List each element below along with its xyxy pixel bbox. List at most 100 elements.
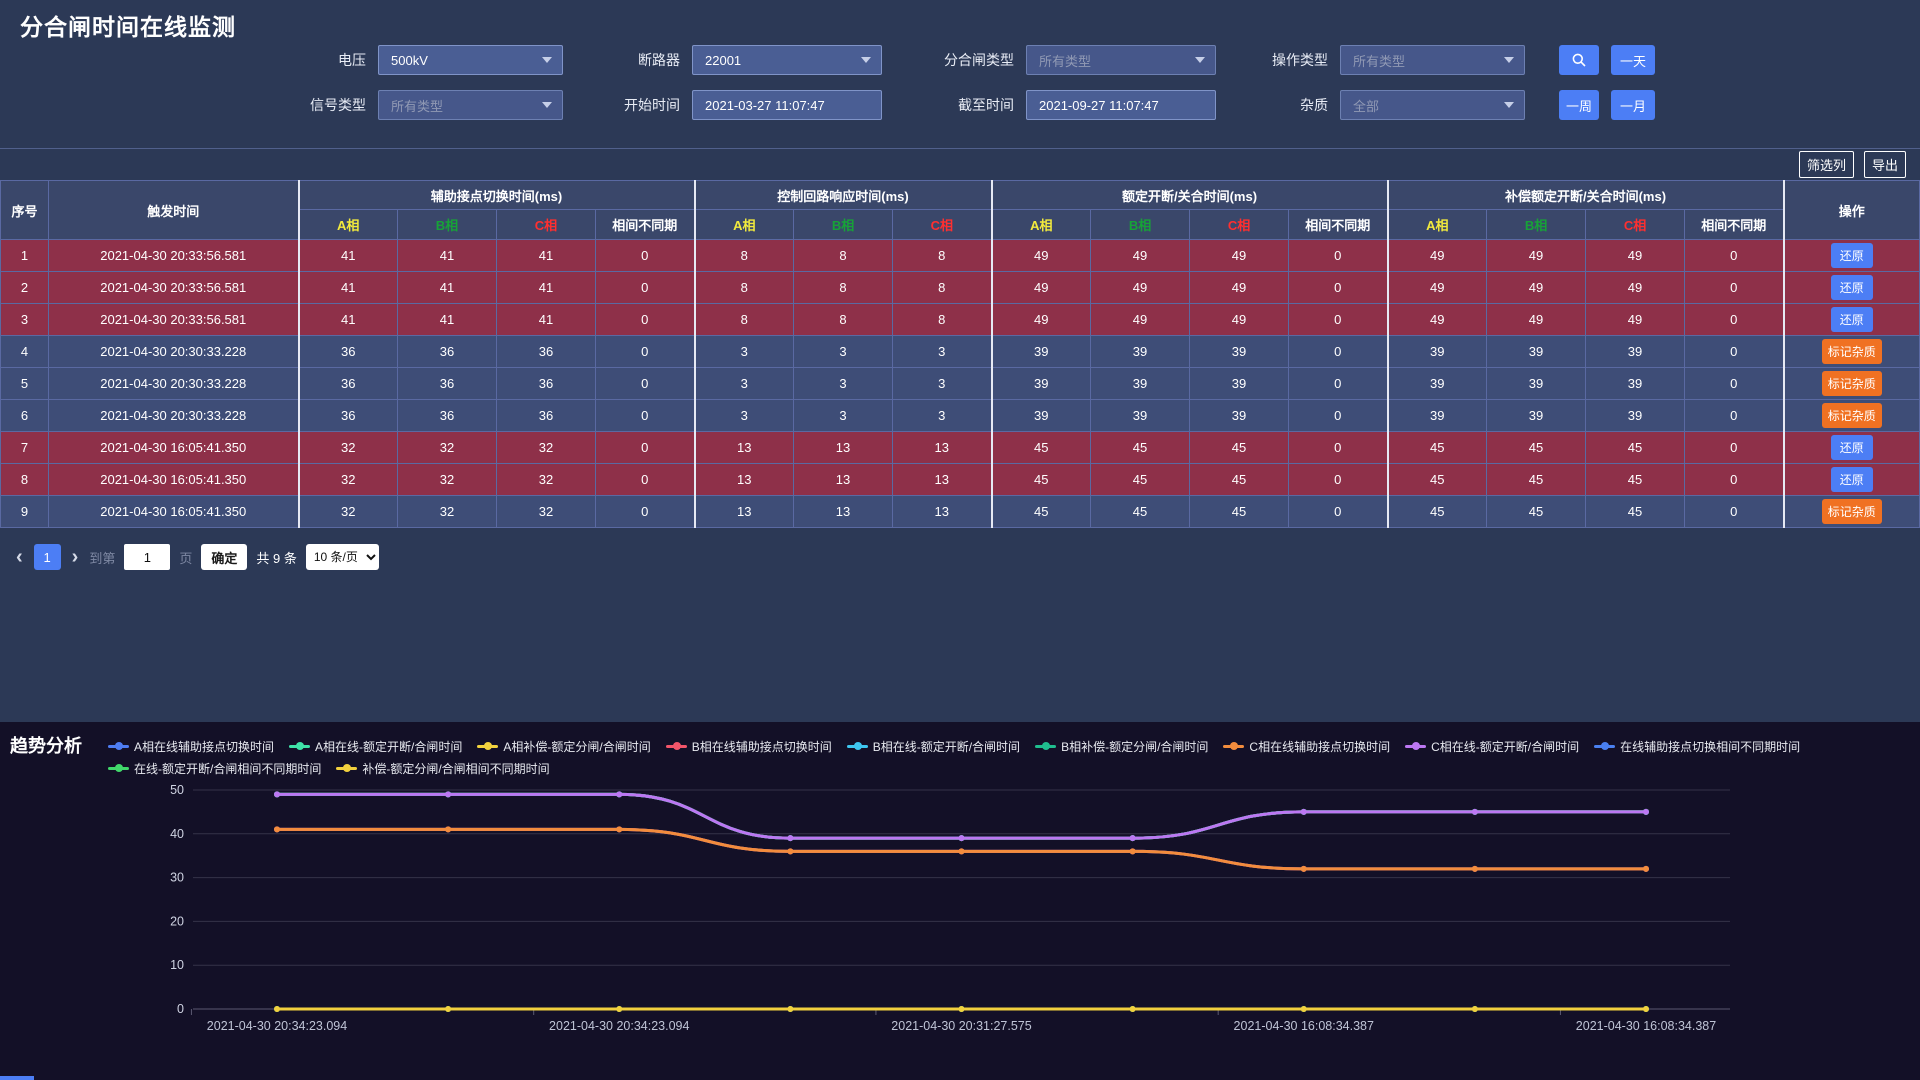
op-type-select[interactable]: 所有类型: [1340, 45, 1525, 75]
cell-action: 标记杂质: [1784, 336, 1920, 368]
cell-value: 8: [794, 304, 893, 336]
svg-text:2021-04-30 16:08:34.387: 2021-04-30 16:08:34.387: [1576, 1019, 1716, 1033]
cell-value: 0: [1289, 496, 1388, 528]
legend-marker-icon: [108, 745, 129, 748]
col-seq: 序号: [1, 181, 49, 240]
svg-text:2021-04-30 16:08:34.387: 2021-04-30 16:08:34.387: [1234, 1019, 1374, 1033]
restore-button[interactable]: 还原: [1831, 467, 1873, 492]
cell-trigger-time: 2021-04-30 20:33:56.581: [49, 304, 299, 336]
cell-value: 39: [1190, 400, 1289, 432]
cell-value: 41: [398, 272, 497, 304]
horizontal-scrollbar-thumb[interactable]: [0, 1076, 34, 1080]
breaker-select[interactable]: 22001: [692, 45, 882, 75]
search-button[interactable]: [1559, 45, 1599, 75]
restore-button[interactable]: 还原: [1831, 307, 1873, 332]
cell-value: 0: [596, 336, 695, 368]
cell-value: 39: [1586, 336, 1685, 368]
start-time-input[interactable]: 2021-03-27 11:07:47: [692, 90, 882, 120]
cell-action: 还原: [1784, 464, 1920, 496]
cell-value: 41: [497, 304, 596, 336]
cell-value: 0: [1289, 304, 1388, 336]
mark-impurity-button[interactable]: 标记杂质: [1822, 371, 1882, 396]
confirm-button[interactable]: 确定: [201, 544, 247, 570]
cell-value: 39: [1091, 336, 1190, 368]
one-week-button[interactable]: 一周: [1559, 90, 1599, 120]
op-class-select[interactable]: 所有类型: [1026, 45, 1216, 75]
cell-value: 0: [596, 240, 695, 272]
mark-impurity-button[interactable]: 标记杂质: [1822, 339, 1882, 364]
cell-action: 还原: [1784, 272, 1920, 304]
col-phase: A相: [695, 210, 794, 240]
cell-value: 39: [1586, 368, 1685, 400]
cell-value: 0: [1289, 400, 1388, 432]
cell-value: 45: [1091, 496, 1190, 528]
one-day-button[interactable]: 一天: [1611, 45, 1655, 75]
cell-value: 45: [1190, 432, 1289, 464]
page-title: 分合闸时间在线监测: [20, 8, 236, 42]
col-action: 操作: [1784, 181, 1920, 240]
col-trigger-time: 触发时间: [49, 181, 299, 240]
cell-value: 13: [893, 496, 992, 528]
prev-page-button[interactable]: ‹: [14, 547, 25, 567]
signal-label: 信号类型: [270, 95, 366, 115]
cell-value: 39: [992, 400, 1091, 432]
cell-value: 45: [992, 432, 1091, 464]
cell-value: 45: [1388, 464, 1487, 496]
cell-value: 39: [1091, 368, 1190, 400]
cell-value: 45: [1190, 496, 1289, 528]
table-row: 22021-04-30 20:33:56.5814141410888494949…: [1, 272, 1920, 304]
signal-select[interactable]: 所有类型: [378, 90, 563, 120]
impurity-select[interactable]: 全部: [1340, 90, 1525, 120]
col-phase: B相: [398, 210, 497, 240]
cell-value: 0: [1685, 240, 1784, 272]
mark-impurity-button[interactable]: 标记杂质: [1822, 499, 1882, 524]
cell-trigger-time: 2021-04-30 16:05:41.350: [49, 496, 299, 528]
cell-value: 49: [1487, 304, 1586, 336]
legend-marker-icon: [477, 745, 498, 748]
cell-value: 39: [992, 336, 1091, 368]
end-time-input[interactable]: 2021-09-27 11:07:47: [1026, 90, 1216, 120]
cell-value: 3: [794, 368, 893, 400]
restore-button[interactable]: 还原: [1831, 275, 1873, 300]
voltage-select[interactable]: 500kV: [378, 45, 563, 75]
filter-columns-button[interactable]: 筛选列: [1799, 151, 1854, 178]
breaker-label: 断路器: [575, 50, 680, 70]
goto-page-input[interactable]: [124, 544, 170, 570]
search-icon: [1571, 52, 1587, 68]
cell-value: 0: [1685, 432, 1784, 464]
cell-value: 49: [1190, 240, 1289, 272]
cell-trigger-time: 2021-04-30 20:30:33.228: [49, 336, 299, 368]
page-size-select[interactable]: 10 条/页: [306, 544, 379, 570]
one-month-button[interactable]: 一月: [1611, 90, 1655, 120]
cell-value: 39: [1091, 400, 1190, 432]
legend-marker-icon: [1405, 745, 1426, 748]
restore-button[interactable]: 还原: [1831, 435, 1873, 460]
cell-action: 还原: [1784, 240, 1920, 272]
cell-value: 13: [794, 496, 893, 528]
cell-value: 49: [1586, 304, 1685, 336]
total-count-label: 共 9 条: [256, 548, 296, 567]
cell-value: 32: [497, 432, 596, 464]
cell-seq: 6: [1, 400, 49, 432]
svg-text:2021-04-30 20:31:27.575: 2021-04-30 20:31:27.575: [891, 1019, 1031, 1033]
next-page-button[interactable]: ›: [70, 547, 81, 567]
restore-button[interactable]: 还原: [1831, 243, 1873, 268]
cell-value: 0: [1685, 336, 1784, 368]
cell-seq: 1: [1, 240, 49, 272]
cell-value: 49: [1388, 240, 1487, 272]
cell-value: 0: [596, 272, 695, 304]
cell-value: 36: [299, 400, 398, 432]
cell-value: 45: [1487, 496, 1586, 528]
cell-value: 45: [992, 496, 1091, 528]
trend-chart[interactable]: 010203040502021-04-30 20:34:23.0942021-0…: [0, 750, 1920, 1080]
cell-seq: 8: [1, 464, 49, 496]
svg-text:2021-04-30 20:34:23.094: 2021-04-30 20:34:23.094: [549, 1019, 689, 1033]
mark-impurity-button[interactable]: 标记杂质: [1822, 403, 1882, 428]
cell-value: 0: [1289, 272, 1388, 304]
page-number-active[interactable]: 1: [34, 544, 61, 570]
export-button[interactable]: 导出: [1864, 151, 1906, 178]
cell-value: 41: [398, 240, 497, 272]
cell-value: 39: [1388, 400, 1487, 432]
cell-value: 39: [1487, 336, 1586, 368]
cell-action: 还原: [1784, 304, 1920, 336]
